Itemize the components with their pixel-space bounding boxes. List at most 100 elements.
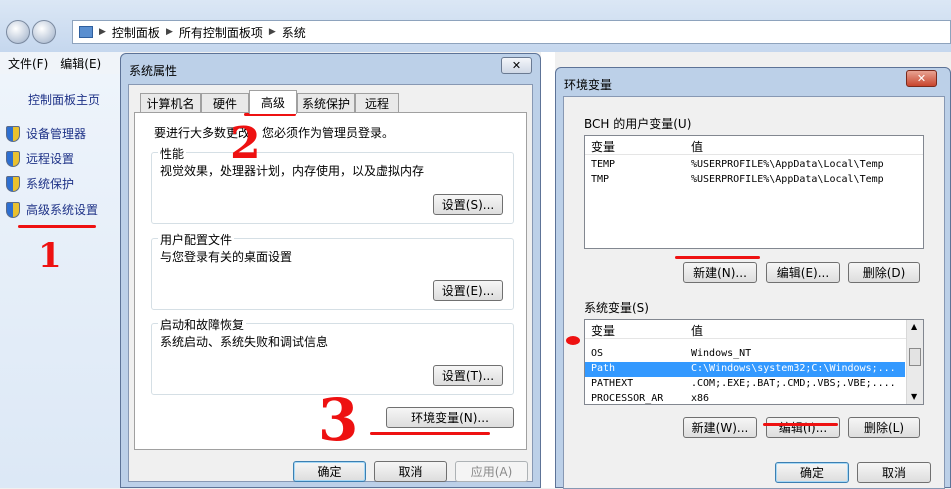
startup-recovery-group: 启动和故障恢复 系统启动、系统失败和调试信息 设置(T)... <box>151 316 514 395</box>
tab-computer-name[interactable]: 计算机名 <box>140 93 201 113</box>
scroll-down-icon[interactable]: ▼ <box>911 392 917 401</box>
environment-variables-window: 环境变量 ✕ BCH 的用户变量(U) 变量 值 TEMP %USERPROFI… <box>555 67 951 489</box>
annotation-dot <box>566 336 580 345</box>
user-profiles-settings-button[interactable]: 设置(E)... <box>433 280 503 301</box>
breadcrumb-item[interactable]: 系统 <box>282 24 306 41</box>
var-value: %USERPROFILE%\AppData\Local\Temp <box>691 159 884 170</box>
system-new-button[interactable]: 新建(W)... <box>683 417 757 438</box>
button-label: 编辑(I)... <box>778 421 828 435</box>
var-value: %USERPROFILE%\AppData\Local\Temp <box>691 174 884 185</box>
column-header-variable[interactable]: 变量 <box>591 138 615 155</box>
system-vars-scrollbar[interactable]: ▲ ▼ <box>906 320 923 404</box>
table-row[interactable]: PATHEXT .COM;.EXE;.BAT;.CMD;.VBS;.VBE;..… <box>585 377 905 392</box>
explorer-toolbar: ▶ 控制面板 ▶ 所有控制面板项 ▶ 系统 <box>0 0 951 52</box>
window-title: 系统属性 <box>129 64 178 78</box>
var-name: TEMP <box>591 159 616 170</box>
menu-edit[interactable]: 编辑(E) <box>60 55 101 72</box>
shield-icon <box>6 125 20 142</box>
var-name: TMP <box>591 174 610 185</box>
button-label: 设置(S)... <box>441 198 495 212</box>
button-label: 取消 <box>398 465 423 479</box>
close-icon: ✕ <box>916 72 927 85</box>
shield-icon <box>6 201 20 218</box>
column-header-variable[interactable]: 变量 <box>591 322 615 339</box>
button-label: 删除(D) <box>862 266 906 280</box>
nav-label: 系统保护 <box>26 177 75 191</box>
environment-variables-body: BCH 的用户变量(U) 变量 值 TEMP %USERPROFILE%\App… <box>563 96 945 489</box>
env-cancel-button[interactable]: 取消 <box>857 462 931 483</box>
button-label: 新建(W)... <box>691 421 749 435</box>
menu-file[interactable]: 文件(F) <box>8 55 48 72</box>
chevron-right-icon: ▶ <box>99 27 106 37</box>
annotation-step-2: 2 <box>230 118 261 169</box>
group-label: 用户配置文件 <box>158 231 235 248</box>
button-label: 新建(N)... <box>693 266 747 280</box>
tab-remote[interactable]: 远程 <box>355 93 399 113</box>
admin-note: 要进行大多数更改，您必须作为管理员登录。 <box>154 126 395 140</box>
button-label: 取消 <box>881 466 906 480</box>
user-vars-section-label: BCH 的用户变量(U) <box>584 117 692 131</box>
scrollbar-thumb[interactable] <box>909 348 921 366</box>
control-panel-home-link[interactable]: 控制面板主页 <box>28 91 100 108</box>
var-name: PATHEXT <box>591 378 634 389</box>
address-bar[interactable]: ▶ 控制面板 ▶ 所有控制面板项 ▶ 系统 <box>72 20 951 44</box>
group-label: 启动和故障恢复 <box>158 316 247 333</box>
close-icon: ✕ <box>511 59 522 72</box>
table-row-selected[interactable]: Path C:\Windows\system32;C:\Windows;... <box>585 362 905 377</box>
nav-advanced-system-settings[interactable]: 高级系统设置 <box>6 201 98 218</box>
window-title: 环境变量 <box>564 78 613 92</box>
user-edit-button[interactable]: 编辑(E)... <box>766 262 840 283</box>
menu-bar: 文件(F) 编辑(E) <box>0 52 125 74</box>
group-description: 视觉效果，处理器计划，内存使用，以及虚拟内存 <box>160 164 425 178</box>
var-value: Windows_NT <box>691 348 752 359</box>
nav-device-manager[interactable]: 设备管理器 <box>6 125 86 142</box>
user-delete-button[interactable]: 删除(D) <box>848 262 920 283</box>
cancel-button[interactable]: 取消 <box>374 461 447 482</box>
forward-button[interactable] <box>32 20 56 44</box>
startup-recovery-settings-button[interactable]: 设置(T)... <box>433 365 503 386</box>
close-button[interactable]: ✕ <box>501 57 532 74</box>
var-value: C:\Windows\system32;C:\Windows;... <box>691 363 896 374</box>
table-row[interactable]: TEMP %USERPROFILE%\AppData\Local\Temp <box>585 158 905 173</box>
user-new-button[interactable]: 新建(N)... <box>683 262 757 283</box>
var-value: x86 <box>691 393 710 404</box>
nav-label: 设备管理器 <box>26 127 87 141</box>
environment-variables-button[interactable]: 环境变量(N)... <box>386 407 514 428</box>
shield-icon <box>6 175 20 192</box>
table-row[interactable]: TMP %USERPROFILE%\AppData\Local\Temp <box>585 173 905 188</box>
var-value: .COM;.EXE;.BAT;.CMD;.VBS;.VBE;.... <box>691 378 896 389</box>
back-button[interactable] <box>6 20 30 44</box>
system-edit-button[interactable]: 编辑(I)... <box>766 417 840 438</box>
env-ok-button[interactable]: 确定 <box>775 462 849 483</box>
column-header-value[interactable]: 值 <box>691 138 703 155</box>
apply-button[interactable]: 应用(A) <box>455 461 528 482</box>
system-delete-button[interactable]: 删除(L) <box>848 417 920 438</box>
nav-label: 远程设置 <box>26 152 75 166</box>
annotation-underline <box>763 423 838 426</box>
close-button[interactable]: ✕ <box>906 70 937 87</box>
breadcrumb-item[interactable]: 所有控制面板项 <box>179 24 263 41</box>
nav-remote-settings[interactable]: 远程设置 <box>6 150 74 167</box>
breadcrumb-item[interactable]: 控制面板 <box>112 24 160 41</box>
table-row[interactable]: PROCESSOR_AR x86 <box>585 392 905 404</box>
tab-label: 计算机名 <box>146 97 195 111</box>
system-vars-list[interactable]: 变量 值 OS Windows_NT Path C:\Windows\syste… <box>584 319 924 405</box>
tab-label: 远程 <box>364 97 389 111</box>
group-label: 性能 <box>158 145 187 162</box>
tab-label: 系统保护 <box>301 97 350 111</box>
column-header-value[interactable]: 值 <box>691 322 703 339</box>
button-label: 确定 <box>799 466 824 480</box>
group-description: 与您登录有关的桌面设置 <box>160 250 293 264</box>
tab-hardware[interactable]: 硬件 <box>201 93 249 113</box>
button-label: 编辑(E)... <box>776 266 830 280</box>
tab-system-protection[interactable]: 系统保护 <box>297 93 355 113</box>
annotation-underline <box>18 225 96 228</box>
nav-system-protection[interactable]: 系统保护 <box>6 175 74 192</box>
user-vars-list[interactable]: 变量 值 TEMP %USERPROFILE%\AppData\Local\Te… <box>584 135 924 249</box>
button-label: 环境变量(N)... <box>411 411 489 425</box>
scroll-up-icon[interactable]: ▲ <box>911 322 917 331</box>
performance-settings-button[interactable]: 设置(S)... <box>433 194 503 215</box>
ok-button[interactable]: 确定 <box>293 461 366 482</box>
table-row[interactable]: OS Windows_NT <box>585 347 905 362</box>
tab-advanced[interactable]: 高级 <box>249 90 297 114</box>
